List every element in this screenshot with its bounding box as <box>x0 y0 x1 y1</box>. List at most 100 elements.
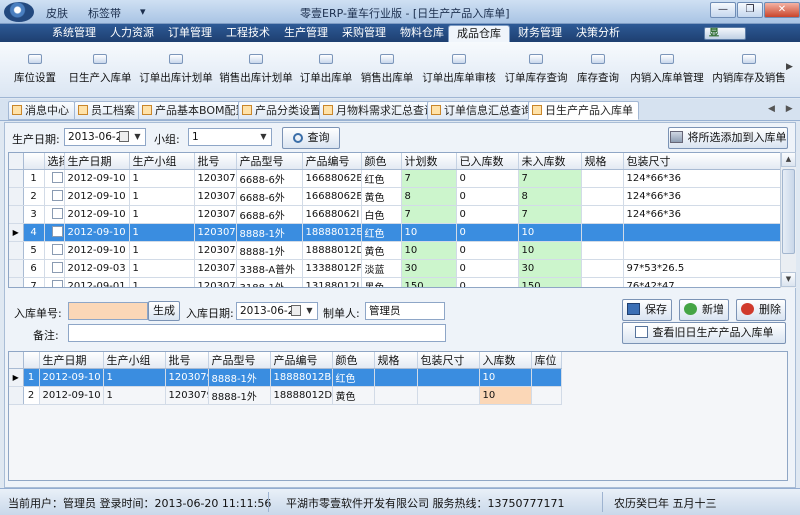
doc-tab-daily-receipt[interactable]: 日生产产品入库单 <box>528 101 639 120</box>
pack-size-cell[interactable]: 124*66*36 <box>623 169 780 188</box>
spec-cell[interactable] <box>581 241 624 260</box>
plan-cell[interactable]: 7 <box>401 205 457 224</box>
color-cell[interactable]: 白色 <box>361 205 402 224</box>
plan-cell[interactable]: 10 <box>401 241 457 260</box>
row-header[interactable] <box>9 205 24 224</box>
color-cell[interactable]: 黄色 <box>332 386 375 405</box>
column-header-code[interactable]: 产品编号 <box>270 352 333 369</box>
pack-size-cell[interactable]: 124*66*36 <box>623 187 780 206</box>
select-checkbox[interactable] <box>51 172 63 183</box>
scroll-up-icon[interactable]: ▲ <box>781 152 796 167</box>
date-cell[interactable]: 2012-09-03 <box>64 259 130 278</box>
color-cell[interactable]: 红色 <box>361 169 402 188</box>
pack-size-cell[interactable]: 97*53*26.5 <box>623 259 780 278</box>
code-cell[interactable]: 16688062E <box>302 187 362 206</box>
doc-tab-material-demand[interactable]: 月物料需求汇总查询 <box>319 101 441 120</box>
batch-cell[interactable]: 12030720 <box>194 259 237 278</box>
location-cell[interactable] <box>531 386 562 405</box>
model-cell[interactable]: 8888-1外 <box>208 368 271 387</box>
query-button[interactable]: 查询 <box>282 127 340 149</box>
menu-tab-finished-goods[interactable]: 成品仓库 <box>448 25 510 42</box>
display-toggle[interactable]: 显 <box>704 27 746 40</box>
table-row[interactable]: 12012-09-101120307926688-6外16688062B红色70… <box>9 169 780 188</box>
column-header-date[interactable]: 生产日期 <box>39 352 104 369</box>
code-cell[interactable]: 18888012D <box>302 241 362 260</box>
select-checkbox[interactable] <box>51 226 63 237</box>
color-cell[interactable]: 黑色 <box>361 277 402 287</box>
spec-cell[interactable] <box>374 386 418 405</box>
spec-cell[interactable] <box>581 205 624 224</box>
date-cell[interactable]: 2012-09-10 <box>39 368 104 387</box>
group-cell[interactable]: 1 <box>103 368 166 387</box>
row-header[interactable] <box>9 187 24 206</box>
group-cell[interactable]: 1 <box>129 223 195 242</box>
spec-cell[interactable] <box>581 187 624 206</box>
quick-access-dropdown-icon[interactable]: ▾ <box>140 5 146 18</box>
menu-tab-purchasing[interactable]: 采购管理 <box>334 25 394 42</box>
table-row[interactable]: ▶12012-09-101120307928888-1外18888012B红色1… <box>9 368 562 387</box>
minimize-button[interactable]: — <box>710 2 736 18</box>
batch-cell[interactable]: 12030792 <box>194 169 237 188</box>
not-received-cell[interactable]: 10 <box>518 223 582 242</box>
restore-button[interactable]: ❐ <box>737 2 763 18</box>
row-header[interactable] <box>9 277 24 287</box>
color-cell[interactable]: 黄色 <box>361 241 402 260</box>
column-header-batch[interactable]: 批号 <box>165 352 209 369</box>
menu-tab-engineering[interactable]: 工程技术 <box>218 25 278 42</box>
doc-tab-employee-records[interactable]: 员工档案 <box>74 101 141 120</box>
date-cell[interactable]: 2012-09-10 <box>39 386 104 405</box>
plan-cell[interactable]: 150 <box>401 277 457 287</box>
model-cell[interactable]: 6688-6外 <box>236 169 303 188</box>
received-cell[interactable]: 0 <box>456 169 519 188</box>
column-header-not-received[interactable]: 未入库数 <box>518 153 582 170</box>
batch-cell[interactable]: 12030792 <box>165 386 209 405</box>
code-cell[interactable]: 16688062B <box>302 169 362 188</box>
date-cell[interactable]: 2012-09-10 <box>64 205 130 224</box>
select-cell[interactable] <box>44 187 65 206</box>
group-cell[interactable]: 1 <box>129 205 195 224</box>
not-received-cell[interactable]: 8 <box>518 187 582 206</box>
column-header-quantity[interactable]: 入库数 <box>479 352 532 369</box>
date-cell[interactable]: 2012-09-10 <box>64 241 130 260</box>
date-cell[interactable]: 2012-09-10 <box>64 169 130 188</box>
column-header-group[interactable]: 生产小组 <box>103 352 166 369</box>
not-received-cell[interactable]: 10 <box>518 241 582 260</box>
not-received-cell[interactable]: 30 <box>518 259 582 278</box>
group-cell[interactable]: 1 <box>129 277 195 287</box>
doc-tab-category-settings[interactable]: 产品分类设置 <box>238 101 327 120</box>
delete-button[interactable]: 删除 <box>736 299 786 321</box>
doc-tab-bom-config[interactable]: 产品基本BOM配置 <box>138 101 253 120</box>
doc-tab-message-center[interactable]: 消息中心 <box>8 101 75 120</box>
column-header-model[interactable]: 产品型号 <box>236 153 303 170</box>
production-date-picker[interactable]: 2013-06-20 ▼ <box>64 128 146 146</box>
doc-tab-order-summary[interactable]: 订单信息汇总查询 <box>427 101 538 120</box>
plan-cell[interactable]: 8 <box>401 187 457 206</box>
menu-tab-production[interactable]: 生产管理 <box>276 25 336 42</box>
column-header-select[interactable]: 选择 <box>44 153 65 170</box>
not-received-cell[interactable]: 150 <box>518 277 582 287</box>
ribbon-location-settings-button[interactable]: 库位设置 <box>6 46 64 94</box>
quantity-cell[interactable]: 10 <box>479 386 532 405</box>
row-header[interactable]: ▶ <box>9 223 24 242</box>
received-cell[interactable]: 0 <box>456 277 519 287</box>
column-header-spec[interactable]: 规格 <box>374 352 418 369</box>
code-cell[interactable]: 13388012F <box>302 259 362 278</box>
scroll-down-icon[interactable]: ▼ <box>781 272 796 287</box>
ribbon-stock-query-button[interactable]: 库存查询 <box>572 46 624 94</box>
ribbon-order-stock-query-button[interactable]: 订单库存查询 <box>500 46 572 94</box>
select-cell[interactable] <box>44 205 65 224</box>
model-cell[interactable]: 8888-1外 <box>236 223 303 242</box>
column-header-group[interactable]: 生产小组 <box>129 153 195 170</box>
column-header-model[interactable]: 产品型号 <box>208 352 271 369</box>
pack-size-cell[interactable] <box>417 368 480 387</box>
select-checkbox[interactable] <box>51 190 63 201</box>
app-logo-icon[interactable] <box>4 2 34 22</box>
pack-size-cell[interactable]: 76*42*47 <box>623 277 780 287</box>
select-checkbox[interactable] <box>51 208 63 219</box>
column-header-spec[interactable]: 规格 <box>581 153 624 170</box>
row-header[interactable] <box>9 241 24 260</box>
note-input[interactable] <box>68 324 446 342</box>
received-cell[interactable]: 0 <box>456 259 519 278</box>
menu-tab-material-warehouse[interactable]: 物料仓库 <box>392 25 452 42</box>
group-cell[interactable]: 1 <box>129 241 195 260</box>
